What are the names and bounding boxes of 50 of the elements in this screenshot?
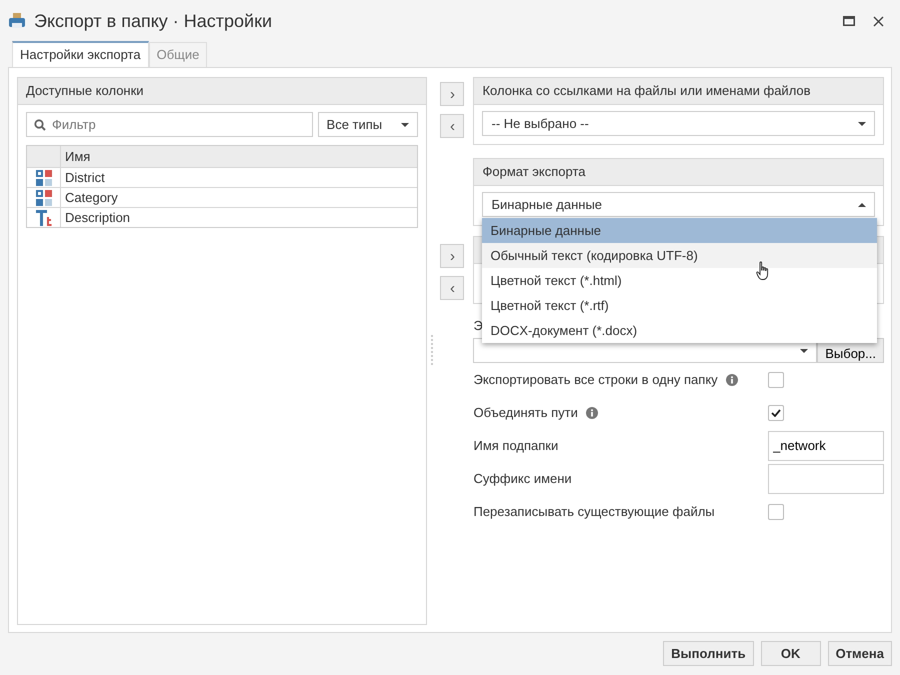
dropdown-option[interactable]: Бинарные данные (482, 218, 878, 243)
dialog-button[interactable]: OK (760, 641, 821, 666)
table-cell[interactable]: District (61, 168, 417, 187)
field-label: Э (473, 318, 483, 335)
panel-title: Формат экспорта (474, 159, 883, 186)
dialog-button[interactable]: Отмена (828, 641, 892, 666)
text-field[interactable]: _network (768, 430, 884, 460)
panel-title: Колонка со ссылками на файлы или именами файлов (474, 78, 883, 105)
info-icon[interactable] (586, 406, 598, 418)
maximize-icon[interactable] (843, 16, 855, 26)
search-icon (34, 119, 46, 131)
option-label: Имя подпапки (473, 438, 558, 453)
caret-icon (800, 348, 808, 352)
close-icon[interactable] (873, 16, 884, 26)
checkbox[interactable] (768, 404, 784, 420)
caret-icon (400, 122, 409, 126)
move-button[interactable]: › (440, 244, 464, 268)
caret-icon (858, 122, 866, 126)
tab[interactable]: Настройки экспорта (12, 41, 149, 67)
dropdown-option[interactable]: Цветной текст (*.rtf) (482, 293, 878, 318)
dialog-button[interactable]: Выполнить (663, 641, 754, 666)
option-label: Экспортировать все строки в одну папку (473, 372, 718, 387)
category-icon (34, 188, 52, 206)
option-label: Объединять пути (473, 405, 578, 420)
caret-icon (858, 202, 866, 206)
move-button[interactable]: ‹ (440, 276, 464, 300)
column-header: Имя (64, 148, 92, 166)
checkbox[interactable] (768, 372, 784, 388)
checkmark-icon (771, 408, 781, 416)
filter-field[interactable]: Фильтр (26, 112, 313, 137)
link-column-select[interactable]: -- Не выбрано -- (482, 111, 875, 136)
table-cell[interactable]: Category (61, 188, 417, 207)
move-button[interactable]: ‹ (440, 114, 464, 138)
option-label: Перезаписывать существующие файлы (473, 504, 715, 519)
type-select[interactable]: Все типы (318, 112, 418, 137)
panel-title: Доступные колонки (18, 78, 426, 105)
window-title: Экспорт в папку · Настройки (34, 10, 272, 32)
text-type-icon (34, 208, 52, 226)
printer-icon (8, 12, 26, 30)
table-cell[interactable]: Description (61, 208, 417, 227)
text-field[interactable] (768, 464, 884, 494)
info-icon[interactable] (726, 374, 738, 386)
category-icon (34, 168, 52, 186)
hand-cursor-icon (756, 261, 770, 281)
move-button[interactable]: › (440, 82, 464, 106)
dropdown-option[interactable]: Цветной текст (*.html) (482, 268, 878, 293)
dropdown-option[interactable]: Обычный текст (кодировка UTF-8) (482, 243, 878, 268)
format-select[interactable]: Бинарные данные (482, 192, 875, 217)
checkbox[interactable] (768, 504, 784, 520)
option-label: Суффикс имени (473, 471, 572, 486)
